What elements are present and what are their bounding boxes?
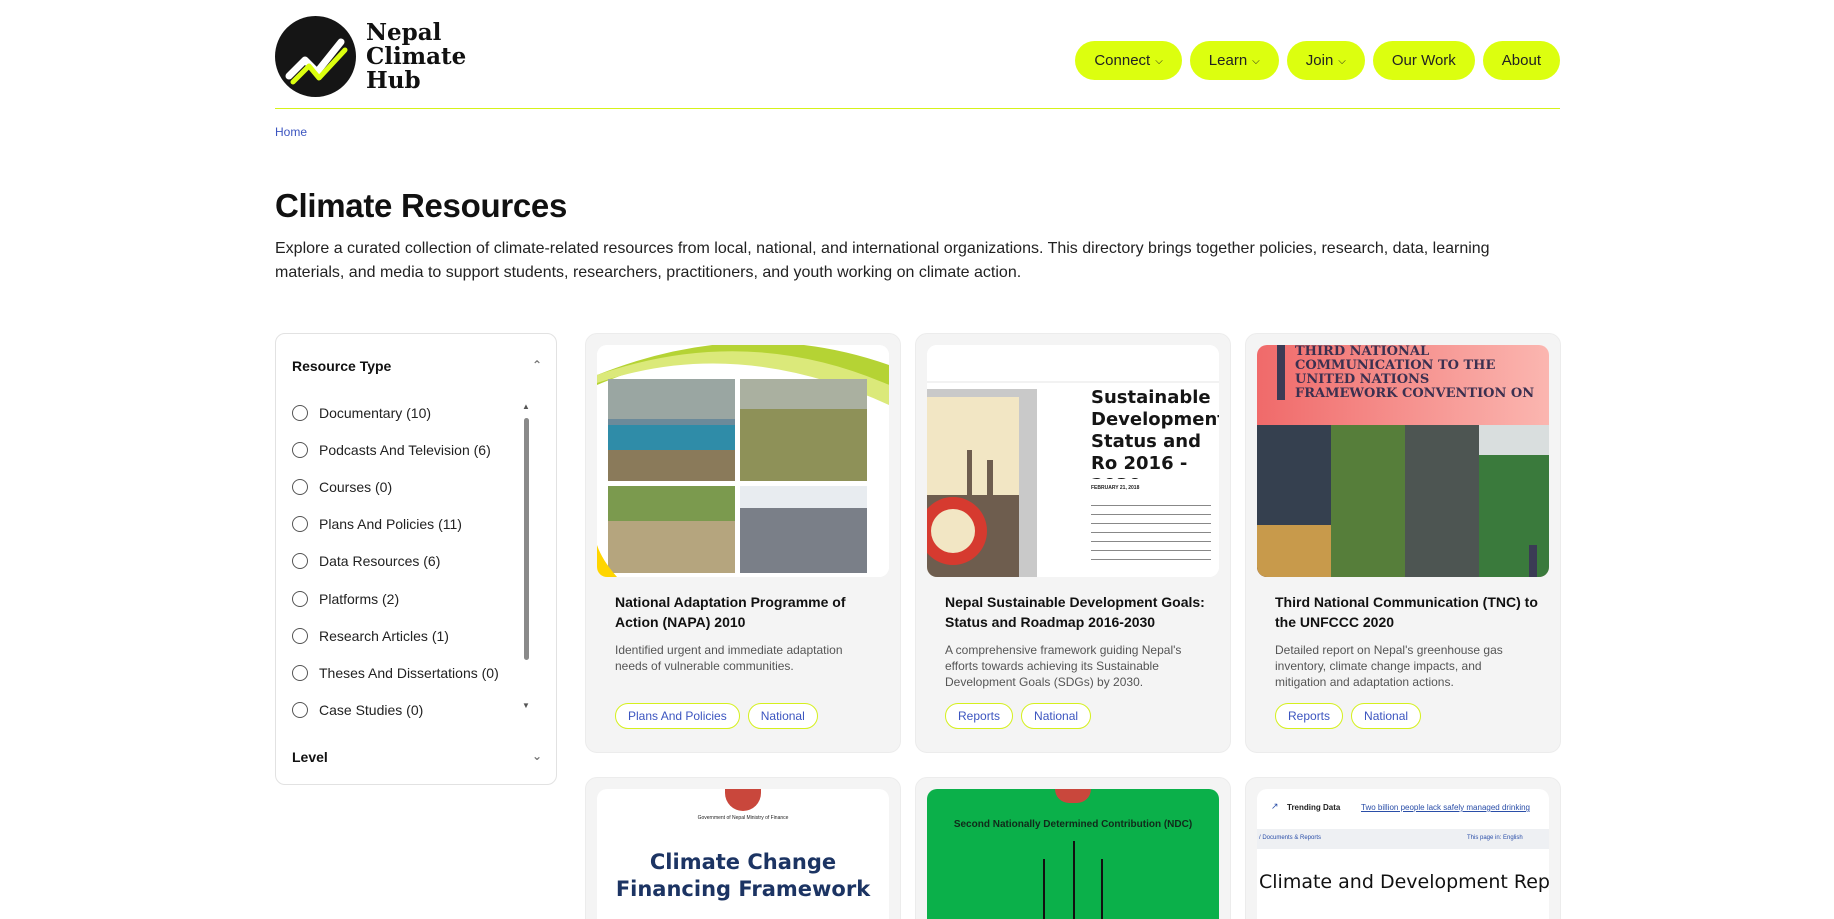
scroll-down-arrow-icon[interactable]: ▼ bbox=[521, 701, 531, 710]
ndc-cover-line bbox=[1073, 841, 1075, 919]
radio-button[interactable] bbox=[292, 553, 308, 570]
radio-button[interactable] bbox=[292, 478, 308, 495]
tag-reports[interactable]: Reports bbox=[945, 703, 1014, 729]
nav-our-work-button[interactable]: Our Work bbox=[1372, 41, 1475, 80]
tag-national[interactable]: National bbox=[1021, 703, 1092, 729]
filter-option-platforms[interactable]: Platforms (2) bbox=[292, 580, 522, 617]
card-description: Detailed report on Nepal's greenhouse ga… bbox=[1275, 643, 1503, 689]
filter-option-research-articles[interactable]: Research Articles (1) bbox=[292, 617, 522, 654]
trending-icon: ↗ bbox=[1271, 801, 1279, 811]
filter-option-theses-and-dissertations[interactable]: Theses And Dissertations (0) bbox=[292, 654, 522, 691]
radio-button[interactable] bbox=[292, 627, 308, 644]
trending-data-badge: Trending Data bbox=[1287, 803, 1341, 812]
nav-join-button[interactable]: Join ⌵ bbox=[1286, 41, 1365, 80]
radio-button[interactable] bbox=[292, 404, 308, 421]
napa-cover-art bbox=[597, 345, 889, 577]
nav-connect-button[interactable]: Connect ⌵ bbox=[1075, 41, 1182, 80]
card-tags: Reports National bbox=[1275, 703, 1422, 729]
radio-button[interactable] bbox=[292, 516, 308, 533]
tnc-cover-title: THIRD NATIONAL COMMUNICATION TO THE UNIT… bbox=[1295, 345, 1535, 401]
page-title: Climate Resources bbox=[275, 187, 568, 224]
nepal-emblem-icon bbox=[1055, 789, 1091, 803]
chevron-down-icon: ⌵ bbox=[1252, 56, 1260, 67]
site-logo[interactable]: Nepal Climate Hub bbox=[275, 16, 476, 97]
radio-button[interactable] bbox=[292, 702, 308, 719]
ndc-cover-line bbox=[1101, 859, 1103, 919]
scroll-up-arrow-icon[interactable]: ▲ bbox=[521, 402, 531, 411]
filter-option-data-resources[interactable]: Data Resources (6) bbox=[292, 543, 522, 580]
page-intro: Explore a curated collection of climate-… bbox=[275, 240, 1490, 281]
trending-data-link: Two billion people lack safely managed d… bbox=[1361, 803, 1530, 812]
card-title[interactable]: Nepal Sustainable Development Goals: Sta… bbox=[945, 592, 1215, 632]
logo-wordmark: Nepal Climate Hub bbox=[366, 18, 467, 94]
cover-breadcrumb-text: / Documents & Reports bbox=[1259, 835, 1322, 841]
resource-type-filter-header[interactable]: Resource Type ⌃ bbox=[292, 358, 542, 374]
report-cover-title: Climate and Development Repo bbox=[1259, 871, 1549, 893]
cover-language-text: This page in: English bbox=[1467, 835, 1523, 841]
card-title[interactable]: Third National Communication (TNC) to th… bbox=[1275, 592, 1545, 632]
filter-option-plans-and-policies[interactable]: Plans And Policies (11) bbox=[292, 506, 522, 543]
ndc-cover-line bbox=[1043, 859, 1045, 919]
tag-national[interactable]: National bbox=[1351, 703, 1422, 729]
ndc-cover-title: Second Nationally Determined Contributio… bbox=[953, 819, 1193, 830]
resource-type-list: Documentary (10) Podcasts And Television… bbox=[292, 394, 522, 729]
nepal-emblem-icon bbox=[725, 789, 761, 811]
card-cover-image bbox=[597, 345, 889, 577]
resource-card-climate-development-report[interactable]: ↗ Trending Data Two billion people lack … bbox=[1245, 777, 1561, 919]
card-description: Identified urgent and immediate adaptati… bbox=[615, 643, 843, 673]
card-tags: Plans And Policies National bbox=[615, 703, 818, 729]
resource-card-second-ndc[interactable]: Second Nationally Determined Contributio… bbox=[915, 777, 1231, 919]
tag-national[interactable]: National bbox=[747, 703, 818, 729]
filter-option-courses[interactable]: Courses (0) bbox=[292, 468, 522, 505]
filter-scrollbar[interactable]: ▲ ▼ bbox=[521, 402, 531, 710]
chevron-down-icon[interactable]: ⌄ bbox=[532, 749, 542, 763]
sdg-cover-body-text bbox=[1091, 500, 1211, 560]
sdg-cover-date: FEBRUARY 21, 2018 bbox=[1091, 485, 1140, 491]
filter-option-case-studies[interactable]: Case Studies (0) bbox=[292, 692, 522, 729]
radio-button[interactable] bbox=[292, 590, 308, 607]
sdg-cover-title: Sustainable Development Status and Ro 20… bbox=[1091, 387, 1219, 479]
filter-option-documentary[interactable]: Documentary (10) bbox=[292, 394, 522, 431]
card-description: A comprehensive framework guiding Nepal'… bbox=[945, 643, 1182, 689]
site-header: Nepal Climate Hub Connect ⌵ Learn ⌵ Join ⌵ … bbox=[275, 0, 1560, 109]
tag-plans-and-policies[interactable]: Plans And Policies bbox=[615, 703, 740, 729]
nav-about-button[interactable]: About bbox=[1482, 41, 1560, 80]
chevron-down-icon: ⌵ bbox=[1338, 56, 1346, 67]
resource-card-napa[interactable]: National Adaptation Programme of Action … bbox=[585, 333, 901, 753]
financing-cover-title: Climate Change Financing Framework bbox=[615, 850, 871, 901]
cover-ministry-text: Government of Nepal Ministry of Finance bbox=[697, 815, 789, 821]
main-nav: Connect ⌵ Learn ⌵ Join ⌵ Our Work About bbox=[1075, 41, 1560, 80]
tag-reports[interactable]: Reports bbox=[1275, 703, 1344, 729]
nav-learn-button[interactable]: Learn ⌵ bbox=[1189, 41, 1279, 80]
filter-option-podcasts-and-television[interactable]: Podcasts And Television (6) bbox=[292, 431, 522, 468]
card-cover-image: Sustainable Development Status and Ro 20… bbox=[927, 345, 1219, 577]
scrollbar-thumb[interactable] bbox=[524, 418, 529, 660]
card-cover-image: Government of Nepal Ministry of Finance … bbox=[597, 789, 889, 919]
chevron-up-icon[interactable]: ⌃ bbox=[532, 358, 542, 372]
chevron-down-icon: ⌵ bbox=[1155, 56, 1163, 67]
breadcrumb-home-link[interactable]: Home bbox=[275, 125, 307, 139]
card-cover-image: ↗ Trending Data Two billion people lack … bbox=[1257, 789, 1549, 919]
card-title[interactable]: National Adaptation Programme of Action … bbox=[615, 592, 885, 632]
resource-card-climate-change-financing-framework[interactable]: Government of Nepal Ministry of Finance … bbox=[585, 777, 901, 919]
card-cover-image: THIRD NATIONAL COMMUNICATION TO THE UNIT… bbox=[1257, 345, 1549, 577]
radio-button[interactable] bbox=[292, 441, 308, 458]
level-filter-header[interactable]: Level ⌄ bbox=[292, 749, 542, 765]
card-tags: Reports National bbox=[945, 703, 1092, 729]
page-container: Nepal Climate Hub Connect ⌵ Learn ⌵ Join ⌵ … bbox=[275, 0, 1561, 919]
filter-panel: Resource Type ⌃ Documentary (10) Podcast… bbox=[275, 333, 557, 785]
logo-mark-icon bbox=[275, 16, 356, 97]
radio-button[interactable] bbox=[292, 664, 308, 681]
resource-card-sdg-roadmap[interactable]: Sustainable Development Status and Ro 20… bbox=[915, 333, 1231, 753]
card-cover-image: Second Nationally Determined Contributio… bbox=[927, 789, 1219, 919]
resource-card-tnc-unfccc[interactable]: THIRD NATIONAL COMMUNICATION TO THE UNIT… bbox=[1245, 333, 1561, 753]
